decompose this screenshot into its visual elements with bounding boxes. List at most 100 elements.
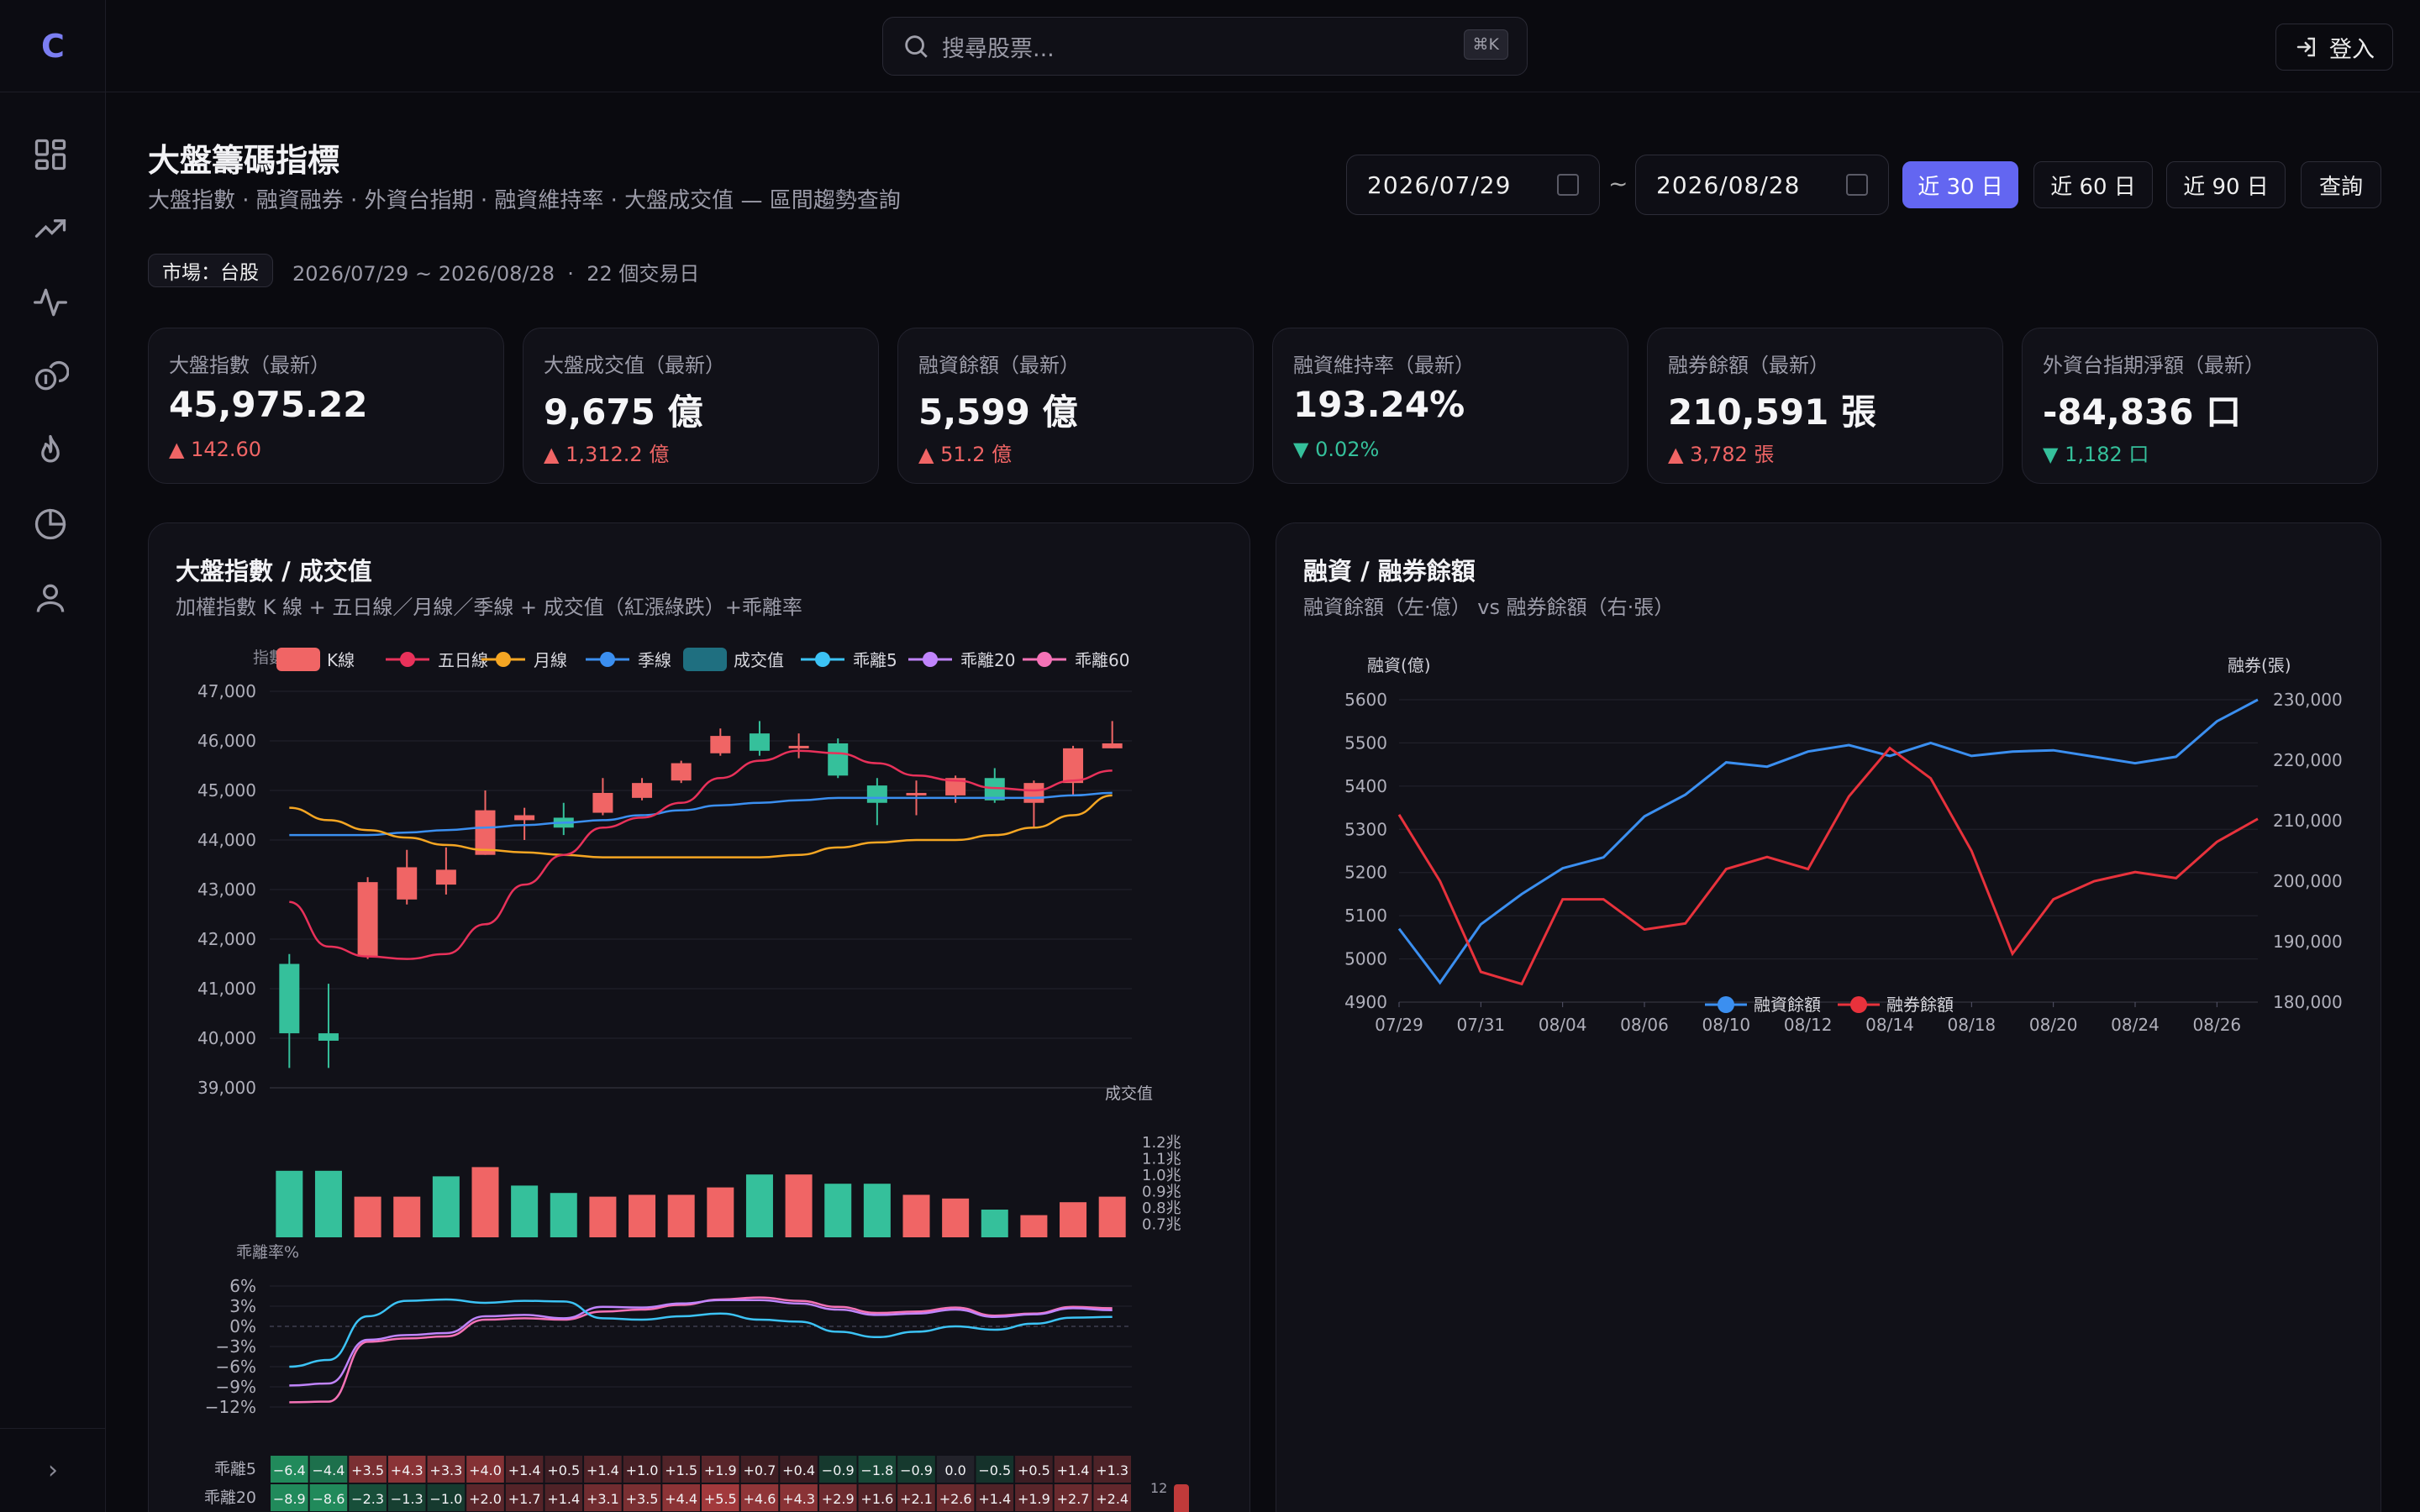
bias-table-value: +2.4	[1096, 1491, 1128, 1507]
search-input[interactable]: 搜尋股票...	[942, 30, 1055, 63]
range-30-button[interactable]: 近 30 日	[1902, 161, 2018, 208]
candle-body	[1023, 783, 1044, 803]
bias-table-value: +1.9	[704, 1462, 737, 1478]
legend-label: 乖離5	[853, 650, 897, 670]
bias-table-value: +0.7	[744, 1462, 776, 1478]
right-tick-label: 200,000	[2273, 871, 2343, 891]
legend-label: 五日線	[438, 650, 488, 670]
app-logo[interactable]: C	[0, 0, 106, 92]
bias-table-value: +2.0	[469, 1491, 502, 1507]
candle-body	[788, 745, 809, 748]
candle-body	[906, 792, 927, 795]
bias-table-value: −0.5	[978, 1462, 1011, 1478]
stat-label: 外資台指期淨額（最新）	[2043, 354, 2265, 377]
bias-table-value: +1.3	[1096, 1462, 1128, 1478]
user-icon[interactable]	[32, 580, 69, 617]
trend-up-icon[interactable]	[32, 210, 69, 247]
legend-label: 融資餘額	[1754, 995, 1821, 1015]
right-axis-label: 融券(張)	[2228, 655, 2291, 675]
end-date-input[interactable]: 2026/08/28	[1635, 155, 1889, 215]
stat-change: ▼ 1,182 口	[2043, 443, 2149, 466]
left-tick-label: 5500	[1344, 732, 1387, 753]
bias-table-row-label: 乖離5	[214, 1460, 256, 1478]
page-title: 大盤籌碼指標	[148, 142, 340, 179]
bias-table-value: +1.4	[547, 1491, 580, 1507]
range-60-button[interactable]: 近 60 日	[2033, 161, 2153, 208]
activity-icon[interactable]	[32, 284, 69, 321]
bias-table-value: +3.1	[587, 1491, 619, 1507]
bias5-line	[289, 1298, 1113, 1368]
stat-value: 193.24%	[1293, 384, 1465, 425]
left-tick-label: 5400	[1344, 776, 1387, 796]
volume-bar	[863, 1184, 891, 1237]
bias-tick-label: −6%	[216, 1357, 257, 1377]
x-tick-label: 08/04	[1539, 1015, 1587, 1035]
legend-marker	[923, 652, 938, 667]
y-tick-label: 39,000	[197, 1078, 256, 1098]
candle-body	[357, 882, 378, 957]
bias-table-value: +5.5	[704, 1491, 737, 1507]
legend-marker	[600, 652, 615, 667]
flame-icon[interactable]	[32, 432, 69, 469]
volume-bar	[824, 1184, 852, 1237]
candle-body	[1102, 743, 1123, 748]
volume-bar	[354, 1196, 381, 1237]
candle-body	[279, 963, 300, 1034]
bias-tick-label: 6%	[229, 1276, 256, 1296]
stat-card: 大盤指數（最新） 45,975.22 ▲ 142.60	[148, 328, 504, 484]
query-button[interactable]: 查詢	[2301, 161, 2381, 208]
stat-change: ▲ 1,312.2 億	[544, 443, 670, 466]
left-tick-label: 5100	[1344, 906, 1387, 926]
legend-label: 乖離20	[960, 650, 1015, 670]
bias-table-value: +1.9	[1018, 1491, 1050, 1507]
pie-chart-icon[interactable]	[32, 506, 69, 543]
login-button[interactable]: 登入	[2275, 24, 2393, 71]
bias-table-value: +1.6	[860, 1491, 893, 1507]
market-badge: 市場：台股	[148, 254, 273, 287]
range-90-button[interactable]: 近 90 日	[2166, 161, 2286, 208]
coins-icon[interactable]	[32, 358, 70, 395]
start-date-value: 2026/07/29	[1367, 171, 1512, 199]
volume-bar	[785, 1174, 813, 1237]
bias-table-value: +1.4	[508, 1462, 541, 1478]
y-tick-label: 47,000	[197, 681, 256, 701]
start-date-input[interactable]: 2026/07/29	[1346, 155, 1600, 215]
right-tick-label: 230,000	[2273, 690, 2343, 710]
bias-table-value: +4.4	[665, 1491, 697, 1507]
sidebar-collapse-button[interactable]: ›	[0, 1428, 106, 1512]
volume-bar	[1020, 1215, 1048, 1237]
candle-body	[514, 815, 535, 821]
x-tick-label: 08/10	[1702, 1015, 1751, 1035]
x-tick-label: 08/18	[1948, 1015, 1996, 1035]
bias-table-value: +0.5	[1018, 1462, 1050, 1478]
candle-body	[710, 736, 731, 753]
candle-body	[435, 869, 456, 885]
volume-bar	[667, 1194, 695, 1237]
meta-dot: ·	[567, 262, 574, 286]
bias-table-value: +3.3	[429, 1462, 462, 1478]
table-side-label: 12	[1150, 1480, 1167, 1496]
legend-marker	[1718, 996, 1734, 1013]
right-tick-label: 190,000	[2273, 932, 2343, 952]
left-tick-label: 5000	[1344, 949, 1387, 969]
x-tick-label: 08/26	[2193, 1015, 2242, 1035]
bias-table-row-label: 乖離20	[204, 1488, 256, 1507]
bias-table-value: +2.6	[939, 1491, 972, 1507]
calendar-icon	[1557, 174, 1579, 196]
volume-bar	[707, 1187, 734, 1237]
stat-card: 外資台指期淨額（最新） -84,836 口 ▼ 1,182 口	[2022, 328, 2378, 484]
right-tick-label: 210,000	[2273, 811, 2343, 831]
stat-card: 大盤成交值（最新） 9,675 億 ▲ 1,312.2 億	[523, 328, 879, 484]
legend-marker	[496, 652, 511, 667]
index-chart: 指數 K線 五日線 月線 季線 成交值 乖離5 乖離20 乖離6047,00046,00045,…	[197, 648, 1189, 1512]
dashboard-icon[interactable]	[32, 136, 69, 173]
search-bar[interactable]: 搜尋股票... ⌘K	[882, 17, 1528, 76]
volume-tick-label: 1.0兆	[1142, 1167, 1181, 1184]
candle-body	[671, 763, 692, 781]
legend-label: 季線	[638, 650, 671, 670]
bias-table-value: +2.7	[1057, 1491, 1090, 1507]
candle-body	[318, 1033, 339, 1041]
bias-table-value: +1.4	[978, 1491, 1011, 1507]
margin-chart-panel: 融資 / 融券餘額 融資餘額（左·億） vs 融券餘額（右·張） 融資(億) 融券…	[1276, 522, 2381, 1512]
x-tick-label: 08/24	[2111, 1015, 2160, 1035]
